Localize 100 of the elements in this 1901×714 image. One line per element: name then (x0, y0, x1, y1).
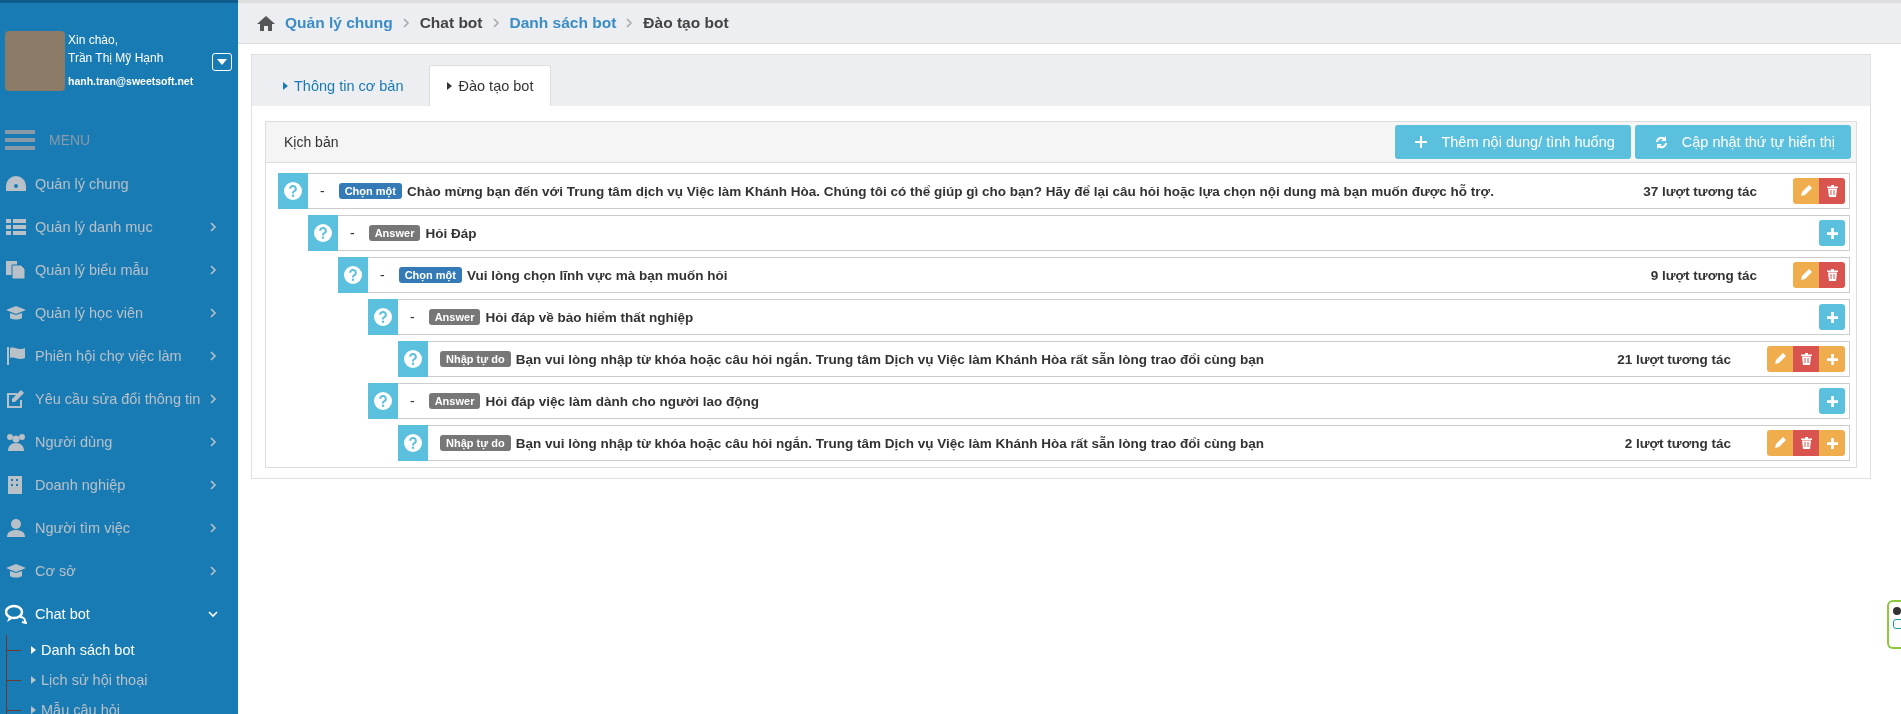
interaction-count: 37 lượt tương tác (1643, 183, 1757, 199)
question-icon (368, 383, 398, 419)
sidebar-item[interactable]: Chat bot (0, 592, 238, 635)
pencil-icon (1774, 437, 1786, 449)
collapse-toggle[interactable]: - (350, 225, 355, 241)
sidebar-item[interactable]: Doanh nghiệp (0, 463, 238, 506)
add-button[interactable] (1819, 304, 1845, 330)
sidebar-item[interactable]: Yêu cầu sửa đổi thông tin (0, 377, 238, 420)
caret-right-icon (31, 646, 36, 654)
menu-item-icon (5, 173, 27, 194)
interaction-count: 2 lượt tương tác (1624, 435, 1731, 451)
pencil-icon (1800, 185, 1812, 197)
breadcrumb-item[interactable]: Danh sách bot (509, 14, 617, 32)
delete-button[interactable] (1793, 346, 1819, 372)
node-type-label: Answer (428, 309, 481, 325)
sidebar-item[interactable]: Cơ sở (0, 549, 238, 592)
menu-item-icon (5, 603, 27, 624)
plus-icon (1826, 395, 1838, 407)
profile-photo-placeholder (5, 31, 65, 91)
plus-icon (1415, 136, 1428, 148)
caret-down-icon (217, 59, 227, 65)
add-button[interactable] (1819, 388, 1845, 414)
node-text: Bạn vui lòng nhập từ khóa hoặc câu hỏi ngắn. Trung tâm Dịch vụ Việc làm Khánh Hòa rất sẵn lòng trao đổi cùng bạn (515, 351, 1265, 367)
profile-dropdown-button[interactable] (212, 53, 232, 71)
trash-icon (1800, 437, 1812, 449)
node-text: Bạn vui lòng nhập từ khóa hoặc câu hỏi ngắn. Trung tâm Dịch vụ Việc làm Khánh Hòa rất sẵn lòng trao đổi cùng bạn (515, 435, 1265, 451)
plus-icon (1826, 227, 1838, 239)
tab[interactable]: Thông tin cơ bản (265, 65, 422, 106)
breadcrumb-separator-icon (402, 18, 410, 28)
sidebar-item[interactable]: Quản lý học viên (0, 291, 238, 334)
breadcrumb-item[interactable]: Quản lý chung (285, 14, 393, 32)
user-email: hanh.tran@sweetsoft.net (68, 75, 195, 87)
menu-item-icon (5, 345, 27, 366)
caret-right-icon (283, 82, 288, 90)
user-name: Trần Thị Mỹ Hạnh (68, 50, 165, 67)
caret-right-icon (31, 706, 36, 714)
breadcrumb-separator-icon (492, 18, 500, 28)
sidebar-item[interactable]: Người dùng (0, 420, 238, 463)
sidebar-item[interactable]: Quản lý biểu mẫu (0, 248, 238, 291)
breadcrumb-item: Chat bot (419, 14, 483, 32)
plus-icon (1826, 437, 1838, 449)
breadcrumb-item: Đào tạo bot (643, 14, 729, 32)
delete-button[interactable] (1819, 262, 1845, 288)
edit-button[interactable] (1767, 430, 1793, 456)
submenu-item[interactable]: Danh sách bot (31, 642, 135, 658)
edit-button[interactable] (1793, 178, 1819, 204)
collapse-toggle[interactable]: - (380, 267, 385, 283)
edit-button[interactable] (1793, 262, 1819, 288)
header-button[interactable]: Cập nhật thứ tự hiển thị (1634, 125, 1851, 159)
node-text: Vui lòng chọn lĩnh vực mà bạn muốn hỏi (467, 267, 728, 283)
sidebar-item[interactable]: Quản lý danh mục (0, 205, 238, 248)
menu-item-icon (5, 517, 27, 538)
question-icon (368, 299, 398, 335)
trash-icon (1800, 353, 1812, 365)
menu-icon[interactable] (5, 130, 35, 150)
node-text: Hỏi Đáp (425, 225, 477, 241)
node-type-label: Nhập tự do (440, 351, 511, 367)
question-icon (398, 425, 428, 461)
menu-item-icon (5, 431, 27, 452)
caret-right-icon (447, 82, 453, 90)
delete-button[interactable] (1819, 178, 1845, 204)
edit-button[interactable] (1767, 346, 1793, 372)
plus-icon (1826, 311, 1838, 323)
interaction-count: 21 lượt tương tác (1617, 351, 1731, 367)
question-icon (278, 173, 308, 209)
menu-item-icon (5, 388, 27, 409)
node-type-label: Chọn một (398, 267, 462, 283)
plus-icon (1826, 353, 1838, 365)
collapse-toggle[interactable]: - (320, 183, 325, 199)
node-text: Hỏi đáp việc làm dành cho người lao động (485, 393, 760, 409)
home-icon[interactable] (257, 15, 275, 31)
greeting-text: Xin chào, (68, 32, 120, 49)
question-icon (308, 215, 338, 251)
collapse-toggle[interactable]: - (410, 309, 415, 325)
collapse-toggle[interactable]: - (410, 393, 415, 409)
node-text: Hỏi đáp về bảo hiểm thất nghiệp (485, 309, 694, 325)
add-button[interactable] (1819, 346, 1845, 372)
tab[interactable]: Đào tạo bot (429, 65, 552, 106)
sidebar-item[interactable]: Người tìm việc (0, 506, 238, 549)
sidebar-item[interactable]: Quản lý chung (0, 162, 238, 205)
trash-icon (1826, 185, 1838, 197)
add-button[interactable] (1819, 430, 1845, 456)
header-button[interactable]: Thêm nội dung/ tình huống (1395, 125, 1631, 159)
delete-button[interactable] (1793, 430, 1819, 456)
refresh-icon (1654, 135, 1668, 149)
sidebar-item[interactable]: Phiên hội chợ việc làm (0, 334, 238, 377)
node-type-label: Answer (428, 393, 481, 409)
node-text: Chào mừng bạn đến với Trung tâm dịch vụ Việc làm Khánh Hòa. Chúng tôi có thể giúp gì cho bạn? Hãy để lại câu hỏi hoặc lựa chọn nội dung mà bạn muốn được hỗ trợ. (407, 183, 1494, 199)
trash-icon (1826, 269, 1838, 281)
panel-title: Kịch bản (284, 134, 339, 150)
caret-right-icon (31, 676, 36, 684)
breadcrumb-separator-icon (626, 18, 634, 28)
menu-item-icon (5, 216, 27, 237)
interaction-count: 9 lượt tương tác (1650, 267, 1757, 283)
node-type-label: Answer (368, 225, 421, 241)
menu-title: MENU (49, 132, 91, 148)
add-button[interactable] (1819, 220, 1845, 246)
browser-extension-widget[interactable] (1887, 600, 1901, 649)
submenu-item[interactable]: Lịch sử hội thoại (31, 672, 148, 688)
menu-item-icon (5, 259, 27, 280)
